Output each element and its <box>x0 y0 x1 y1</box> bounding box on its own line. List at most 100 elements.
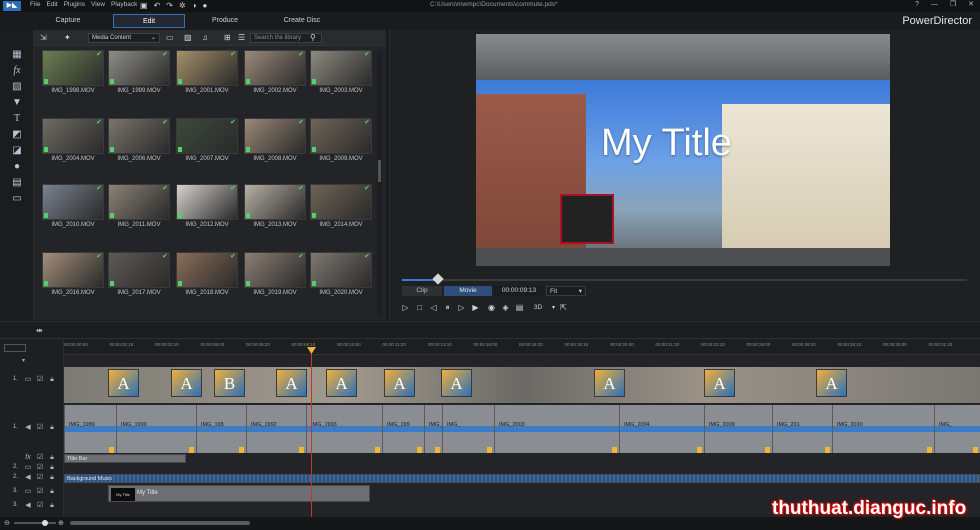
maximize-button[interactable]: ❐ <box>950 1 956 8</box>
media-thumbnail[interactable]: ✔ <box>108 184 170 220</box>
audio-clip[interactable]: IMG_2010 <box>832 405 934 453</box>
image-filter-icon[interactable]: ▨ <box>184 33 192 43</box>
undock-icon[interactable]: ⇱ <box>558 303 569 313</box>
timeline-ruler[interactable]: 00:00:00:00 00:00:01:15 00:00:02:10 00:00:0… <box>64 339 980 355</box>
media-content-select[interactable]: Media Content ⌄ <box>88 33 160 43</box>
tab-create-disc[interactable]: Create Disc <box>266 14 338 28</box>
library-scrollbar[interactable] <box>377 50 382 318</box>
redo-icon[interactable]: ↷ <box>166 1 179 10</box>
menu-playback[interactable]: Playback <box>111 1 137 8</box>
split-icon[interactable]: ⇹ <box>36 326 43 335</box>
pause-icon[interactable]: ⏸ <box>442 303 453 313</box>
media-thumbnail[interactable]: ✔ <box>244 252 306 288</box>
media-thumbnail[interactable]: ✔ <box>176 184 238 220</box>
fit-select[interactable]: Fit ▾ <box>546 286 586 296</box>
video-filter-icon[interactable]: ▭ <box>166 33 174 43</box>
audio-clip[interactable]: IMG_199 <box>382 405 424 453</box>
checkbox-icon[interactable]: ☑ <box>36 424 44 432</box>
chapter-room-icon[interactable]: ▤ <box>10 178 24 188</box>
undo-icon[interactable]: ↶ <box>154 1 167 10</box>
video-title-overlay[interactable]: My Title <box>601 122 732 165</box>
transition-clip[interactable]: A <box>384 369 415 397</box>
media-thumbnail[interactable]: ✔ <box>244 184 306 220</box>
lock-icon[interactable]: 🔒︎ <box>48 454 56 462</box>
snapshot-icon[interactable]: ◉ <box>486 303 497 313</box>
media-thumbnail[interactable]: ✔ <box>42 118 104 154</box>
track-manager-icon[interactable] <box>4 344 26 352</box>
menu-file[interactable]: File <box>30 1 40 8</box>
transition-room-icon[interactable]: ◩ <box>10 130 24 140</box>
movie-mode-button[interactable]: Movie <box>444 286 492 296</box>
audio-clip[interactable]: IMG_ <box>934 405 980 453</box>
playhead[interactable] <box>311 347 312 517</box>
media-thumbnail[interactable]: ✔ <box>108 252 170 288</box>
background-music-clip[interactable]: Background Music <box>64 474 980 483</box>
zoom-slider-handle[interactable] <box>42 520 48 526</box>
keyframe-marker[interactable] <box>612 447 617 453</box>
pip-room-icon[interactable]: ▧ <box>10 82 24 92</box>
volume-icon[interactable]: ◈ <box>500 303 511 313</box>
audio-mixing-icon[interactable]: ◪ <box>10 146 24 156</box>
zoom-out-icon[interactable]: ⊖ <box>4 519 10 527</box>
render-icon[interactable]: ◑ <box>192 1 203 10</box>
transition-clip[interactable]: A <box>326 369 357 397</box>
fx-room-icon[interactable]: fx <box>10 66 24 76</box>
preview-video[interactable]: My Title <box>476 34 890 266</box>
media-thumbnail[interactable]: ✔ <box>108 50 170 86</box>
media-room-icon[interactable]: ▦ <box>10 50 24 60</box>
keyframe-marker[interactable] <box>375 447 380 453</box>
media-thumbnail[interactable]: ✔ <box>176 50 238 86</box>
lock-icon[interactable]: 🔒︎ <box>48 502 56 510</box>
keyframe-marker[interactable] <box>435 447 440 453</box>
transition-clip[interactable]: A <box>816 369 847 397</box>
lock-icon[interactable]: 🔒︎ <box>48 376 56 384</box>
timecode-display[interactable]: 00:00:09:13 <box>494 286 544 296</box>
keyframe-marker[interactable] <box>765 447 770 453</box>
checkbox-icon[interactable]: ☑ <box>36 464 44 472</box>
search-icon[interactable]: ⚲ <box>310 33 316 43</box>
media-thumbnail[interactable]: ✔ <box>176 118 238 154</box>
transition-clip[interactable]: B <box>214 369 245 397</box>
transition-clip[interactable]: A <box>704 369 735 397</box>
transition-clip[interactable]: A <box>594 369 625 397</box>
checkbox-icon[interactable]: ☑ <box>36 454 44 462</box>
menu-edit[interactable]: Edit <box>46 1 57 8</box>
lock-icon[interactable]: 🔒︎ <box>48 488 56 496</box>
transition-clip[interactable]: A <box>441 369 472 397</box>
transition-clip[interactable]: A <box>276 369 307 397</box>
audio-clip[interactable]: IMG_1992 <box>246 405 306 453</box>
subtitle-room-icon[interactable]: ▭ <box>10 194 24 204</box>
media-thumbnail[interactable]: ✔ <box>310 252 372 288</box>
audio-clip[interactable]: IMG_2009 <box>704 405 772 453</box>
lock-icon[interactable]: 🔒︎ <box>48 424 56 432</box>
seek-handle[interactable] <box>432 273 444 285</box>
voice-over-icon[interactable]: ● <box>10 162 24 172</box>
library-scroll-thumb[interactable] <box>378 160 381 182</box>
menu-plugins[interactable]: Plugins <box>64 1 85 8</box>
zoom-slider[interactable] <box>14 522 56 524</box>
audio-clip[interactable]: IMG_ <box>442 405 494 453</box>
audio-clip[interactable]: IMG_2001 <box>424 405 442 453</box>
keyframe-marker[interactable] <box>927 447 932 453</box>
media-thumbnail[interactable]: ✔ <box>42 252 104 288</box>
minimize-button[interactable]: — <box>931 1 938 8</box>
import-icon[interactable]: ⇲ <box>40 33 47 43</box>
keyframe-marker[interactable] <box>417 447 422 453</box>
stop-icon[interactable]: □ <box>414 303 425 313</box>
audio-track-1[interactable]: IMG_1989 IMG_1990 IMG_198 IMG_1992 IMG_1993 I… <box>64 405 980 453</box>
audio-clip[interactable]: IMG_1993 <box>306 405 382 453</box>
media-thumbnail[interactable]: ✔ <box>108 118 170 154</box>
media-thumbnail[interactable]: ✔ <box>176 252 238 288</box>
title-room-icon[interactable]: T <box>10 114 24 124</box>
keyframe-marker[interactable] <box>825 447 830 453</box>
grid-view-icon[interactable]: ⊞ <box>224 33 231 43</box>
media-thumbnail[interactable]: ✔ <box>244 50 306 86</box>
timeline-scrollbar[interactable] <box>70 521 250 525</box>
audio-clip[interactable]: IMG_1989 <box>64 405 116 453</box>
checkbox-icon[interactable]: ☑ <box>36 376 44 384</box>
checkbox-icon[interactable]: ☑ <box>36 488 44 496</box>
keyframe-marker[interactable] <box>487 447 492 453</box>
close-button[interactable]: ✕ <box>968 1 974 8</box>
fast-forward-icon[interactable]: ▶ <box>470 303 481 313</box>
info-icon[interactable]: ● <box>203 1 214 10</box>
